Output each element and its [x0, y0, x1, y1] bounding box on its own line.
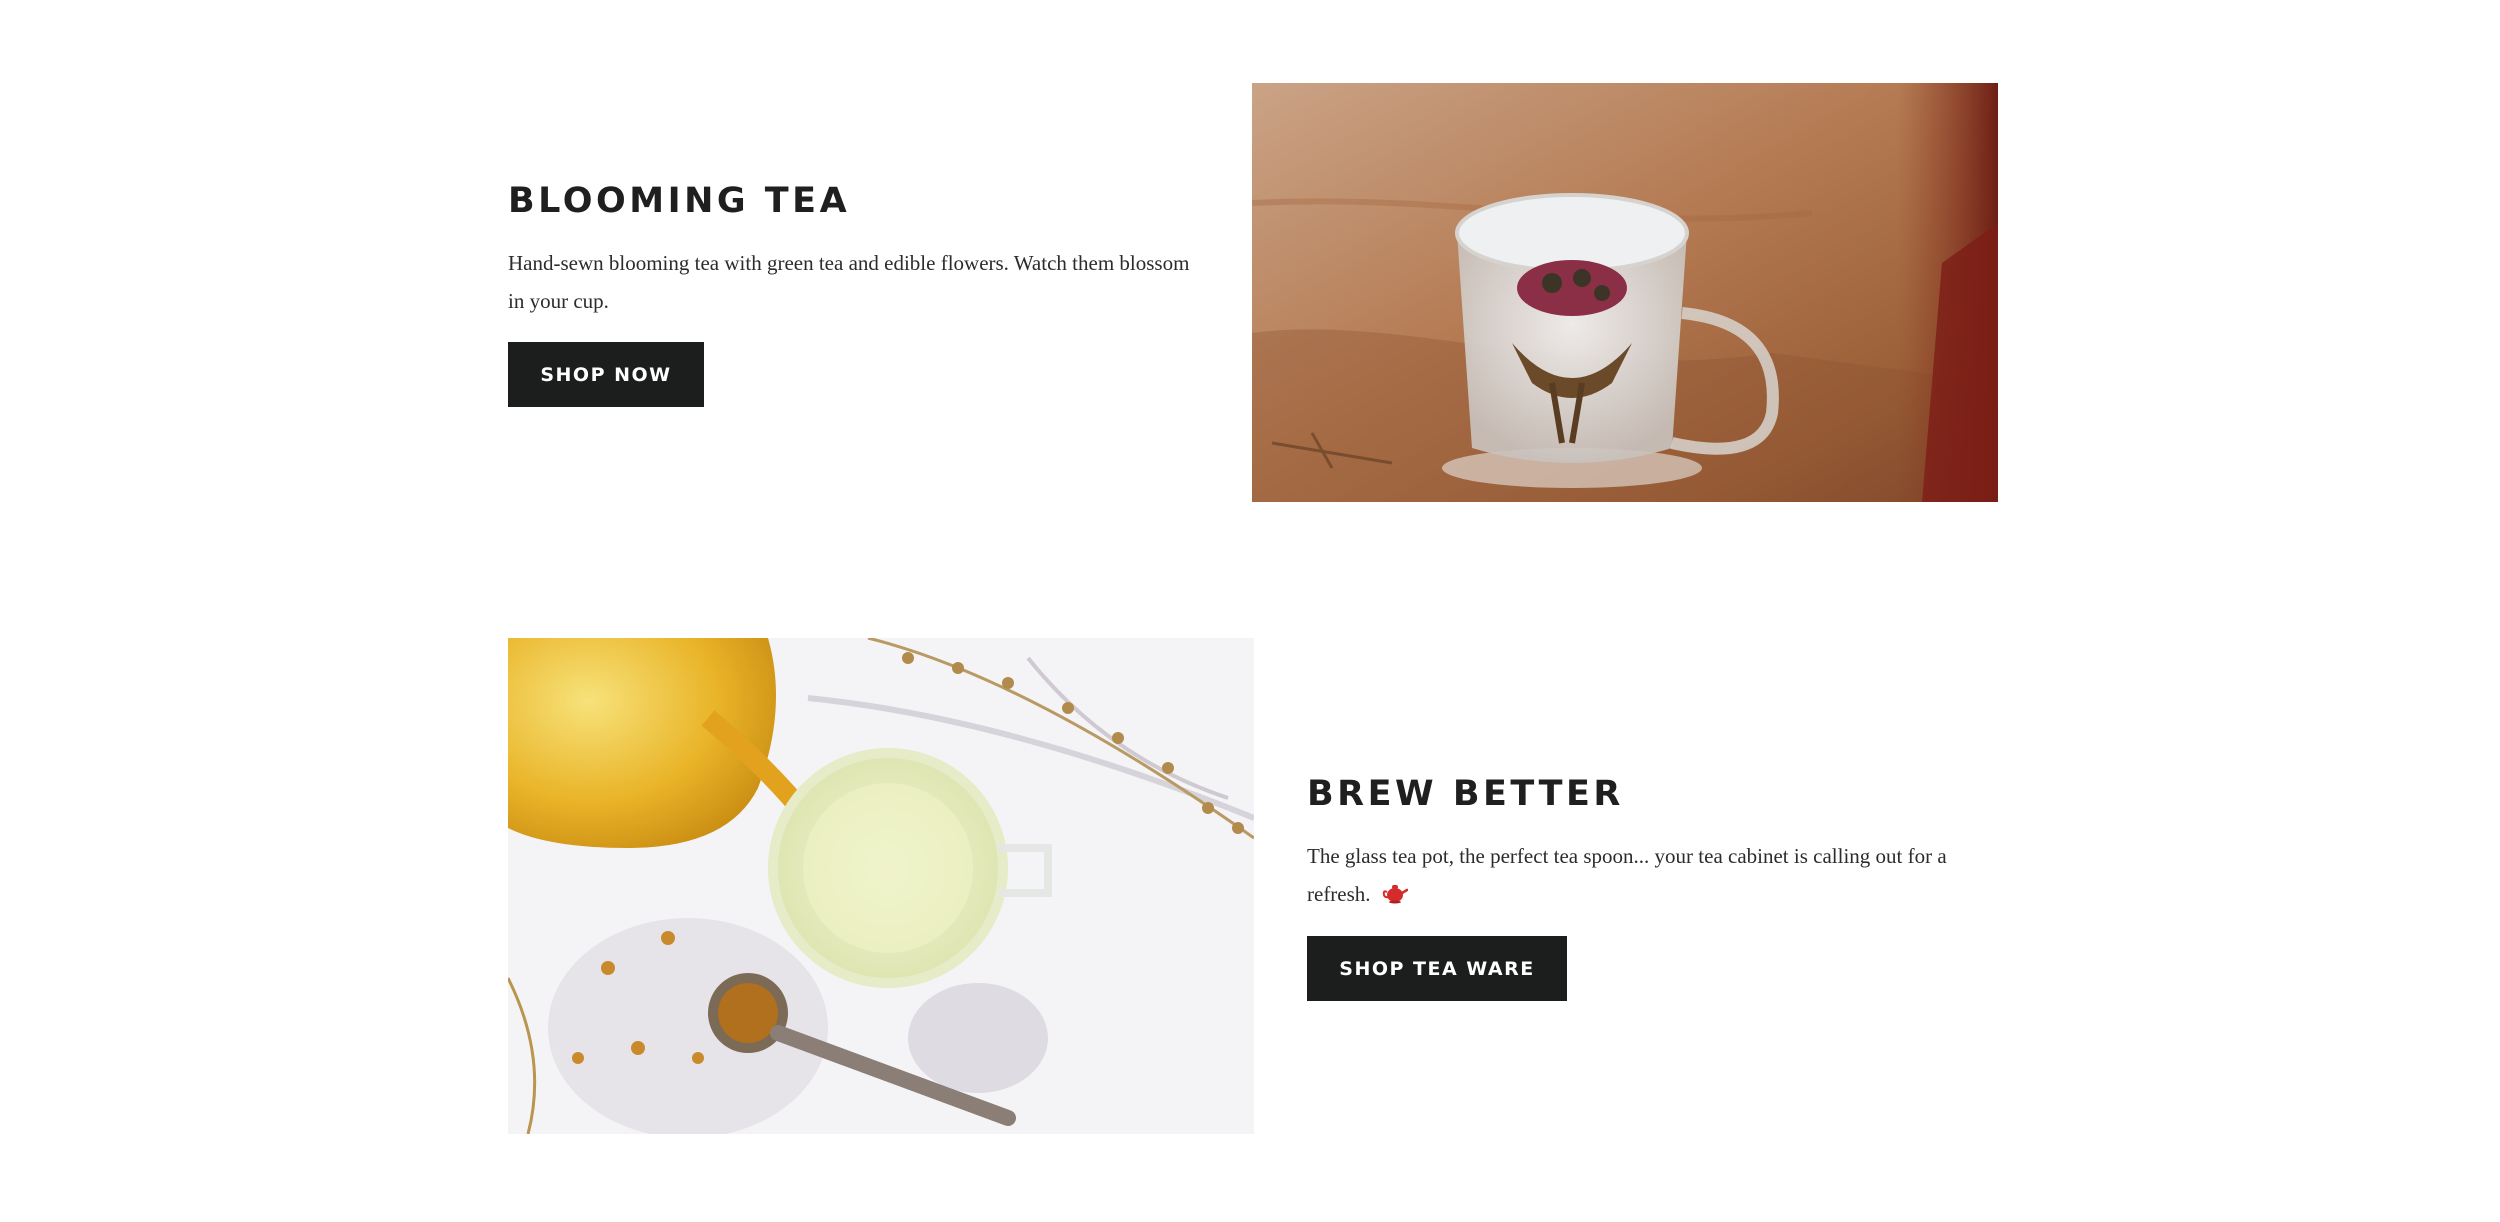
blooming-tea-text-block: BLOOMING TEA Hand-sewn blooming tea with…	[508, 180, 1208, 320]
brew-better-image	[508, 638, 1254, 1134]
blooming-tea-image	[1252, 83, 1998, 502]
teapot-emoji-icon	[1382, 885, 1408, 904]
shop-tea-ware-button[interactable]: SHOP TEA WARE	[1307, 936, 1567, 1001]
feature-section-blooming-tea: BLOOMING TEA Hand-sewn blooming tea with…	[0, 0, 2500, 560]
brew-better-heading: BREW BETTER	[1307, 774, 1624, 814]
feature-section-brew-better: BREW BETTER The glass tea pot, the perfe…	[0, 560, 2500, 1222]
brew-better-text-block: BREW BETTER The glass tea pot, the perfe…	[1307, 773, 2007, 913]
blooming-tea-description: Hand-sewn blooming tea with green tea an…	[508, 251, 1190, 313]
shop-now-button[interactable]: SHOP NOW	[508, 342, 704, 407]
brew-better-description: The glass tea pot, the perfect tea spoon…	[1307, 837, 2007, 913]
blooming-tea-heading: BLOOMING TEA	[508, 181, 851, 221]
